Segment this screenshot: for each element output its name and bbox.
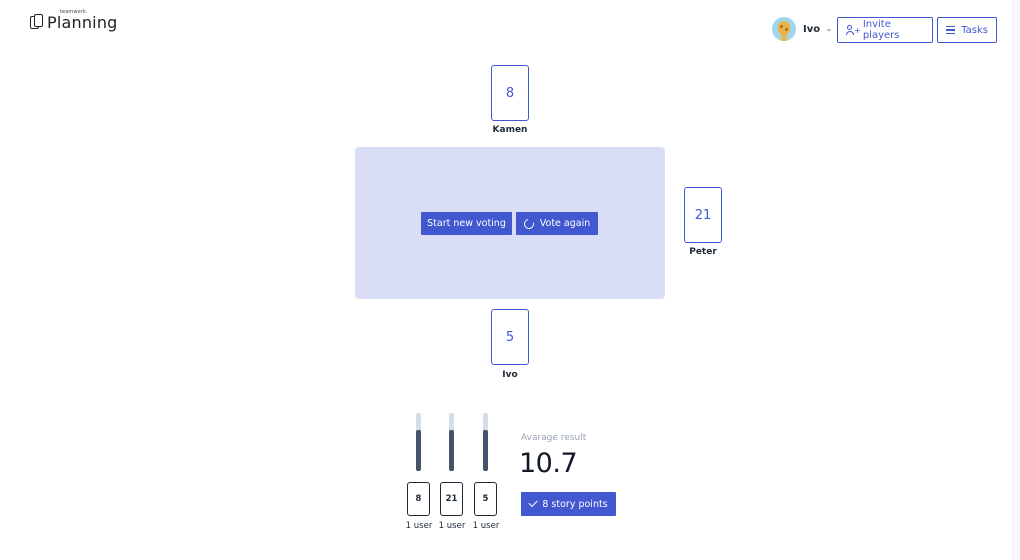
result-bar bbox=[449, 413, 454, 471]
player-name-kamen: Kamen bbox=[492, 125, 528, 135]
voting-table: Start new voting Vote again bbox=[355, 147, 665, 299]
result-user-count: 1 user bbox=[472, 521, 500, 531]
player-card-ivo: 5 bbox=[491, 309, 529, 365]
start-new-voting-label: Start new voting bbox=[427, 218, 506, 229]
player-vote: 5 bbox=[505, 329, 515, 345]
story-points-button[interactable]: 8 story points bbox=[521, 492, 616, 516]
cards-logo-icon bbox=[30, 14, 44, 30]
player-name-ivo: Ivo bbox=[502, 370, 518, 380]
average-result-label: Avarage result bbox=[521, 433, 587, 443]
logo-title: Planning bbox=[47, 13, 118, 32]
average-result-value: 10.7 bbox=[519, 448, 578, 479]
player-vote: 21 bbox=[694, 207, 712, 223]
result-bar bbox=[416, 413, 421, 471]
vote-again-label: Vote again bbox=[539, 218, 591, 229]
start-new-voting-button[interactable]: Start new voting bbox=[421, 212, 512, 235]
result-card: 8 bbox=[407, 482, 430, 516]
app-logo[interactable]: teamwork. Planning bbox=[30, 10, 118, 31]
check-icon bbox=[528, 497, 538, 508]
invite-players-button[interactable]: + Invite players bbox=[837, 17, 933, 43]
refresh-icon bbox=[521, 216, 536, 231]
result-bar bbox=[483, 413, 488, 471]
user-menu[interactable]: Ivo ⌄ bbox=[772, 17, 833, 41]
result-card-value: 8 bbox=[415, 494, 422, 504]
vote-again-button[interactable]: Vote again bbox=[516, 212, 598, 235]
chevron-down-icon: ⌄ bbox=[825, 24, 833, 34]
result-bar-fill bbox=[483, 430, 488, 471]
invite-players-label: Invite players bbox=[862, 19, 900, 41]
result-card: 21 bbox=[440, 482, 463, 516]
story-points-label: 8 story points bbox=[542, 498, 608, 510]
avatar bbox=[772, 17, 796, 41]
player-vote: 8 bbox=[505, 85, 515, 101]
result-card-value: 21 bbox=[445, 494, 458, 504]
user-name: Ivo bbox=[803, 23, 821, 35]
result-card: 5 bbox=[474, 482, 497, 516]
player-card-peter: 21 bbox=[684, 187, 722, 243]
result-bar-fill bbox=[416, 430, 421, 471]
player-card-kamen: 8 bbox=[491, 65, 529, 121]
result-bar-fill bbox=[449, 430, 454, 471]
list-icon bbox=[946, 26, 956, 34]
result-card-value: 5 bbox=[482, 494, 489, 504]
add-person-icon: + bbox=[846, 25, 861, 35]
tasks-button[interactable]: Tasks bbox=[937, 17, 997, 43]
player-name-peter: Peter bbox=[689, 247, 717, 257]
tasks-label: Tasks bbox=[961, 24, 988, 36]
scrollbar-track[interactable] bbox=[1012, 0, 1020, 560]
